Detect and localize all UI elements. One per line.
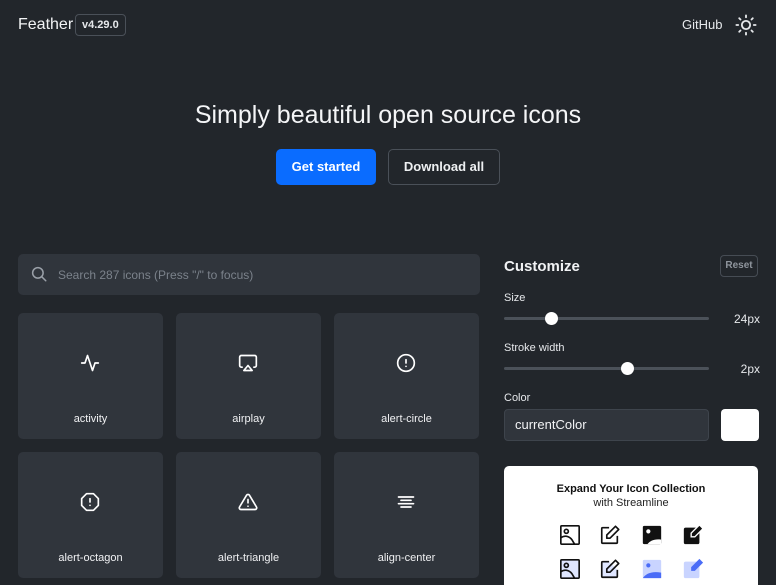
edit-flat-icon bbox=[683, 558, 704, 579]
size-value: 24px bbox=[733, 312, 760, 326]
icon-label: airplay bbox=[232, 413, 265, 425]
image-outline-icon bbox=[560, 525, 580, 545]
edit-outline-icon bbox=[600, 525, 620, 545]
icon-label: alert-triangle bbox=[217, 552, 280, 564]
icon-tile-alert-octagon[interactable]: alert-octagon bbox=[18, 452, 163, 578]
version-badge: v4.29.0 bbox=[75, 14, 126, 36]
get-started-button[interactable]: Get started bbox=[276, 149, 376, 185]
icon-label: alert-circle bbox=[381, 413, 432, 425]
alert-octagon-icon bbox=[80, 492, 100, 512]
activity-icon bbox=[80, 354, 100, 372]
stroke-width-slider[interactable] bbox=[504, 362, 709, 375]
customize-title: Customize bbox=[504, 258, 580, 275]
search-input[interactable] bbox=[58, 254, 468, 295]
icon-label: alert-octagon bbox=[58, 552, 123, 564]
top-bar: Feather v4.29.0 GitHub bbox=[0, 0, 776, 50]
align-center-icon bbox=[397, 496, 415, 508]
size-slider-thumb[interactable] bbox=[544, 312, 558, 325]
size-label: Size bbox=[504, 292, 526, 304]
stroke-width-value: 2px bbox=[740, 362, 760, 376]
icon-label: align-center bbox=[377, 552, 436, 564]
icon-label: activity bbox=[73, 413, 108, 425]
airplay-icon bbox=[238, 354, 258, 372]
promo-title: Expand Your Icon Collection bbox=[556, 483, 706, 495]
color-input[interactable]: currentColor bbox=[504, 409, 709, 441]
search-icon bbox=[31, 266, 47, 282]
color-label: Color bbox=[504, 392, 531, 404]
image-flat-icon bbox=[642, 559, 662, 579]
edit-duotone-icon bbox=[600, 559, 620, 579]
alert-triangle-icon bbox=[238, 493, 258, 511]
icon-tile-alert-triangle[interactable]: alert-triangle bbox=[176, 452, 321, 578]
streamline-promo-card[interactable]: Expand Your Icon Collection with Streaml… bbox=[504, 466, 758, 585]
image-solid-icon bbox=[642, 525, 662, 545]
sun-icon[interactable] bbox=[735, 14, 757, 36]
color-swatch[interactable] bbox=[721, 409, 759, 441]
stroke-width-slider-thumb[interactable] bbox=[620, 362, 634, 375]
reset-button[interactable]: Reset bbox=[720, 255, 758, 277]
download-all-button[interactable]: Download all bbox=[388, 149, 500, 185]
icon-tile-align-center[interactable]: align-center bbox=[334, 452, 479, 578]
hero-title: Simply beautiful open source icons bbox=[194, 101, 582, 129]
github-link[interactable]: GitHub bbox=[682, 17, 722, 32]
promo-subtitle: with Streamline bbox=[593, 497, 669, 509]
icon-tile-airplay[interactable]: airplay bbox=[176, 313, 321, 439]
size-slider[interactable] bbox=[504, 312, 709, 325]
brand-logo[interactable]: Feather bbox=[18, 16, 73, 34]
image-duotone-icon bbox=[560, 559, 580, 579]
icon-tile-activity[interactable]: activity bbox=[18, 313, 163, 439]
stroke-width-label: Stroke width bbox=[504, 342, 565, 354]
icon-tile-alert-circle[interactable]: alert-circle bbox=[334, 313, 479, 439]
edit-solid-icon bbox=[683, 524, 704, 545]
search-bar bbox=[18, 254, 480, 295]
alert-circle-icon bbox=[396, 353, 416, 373]
